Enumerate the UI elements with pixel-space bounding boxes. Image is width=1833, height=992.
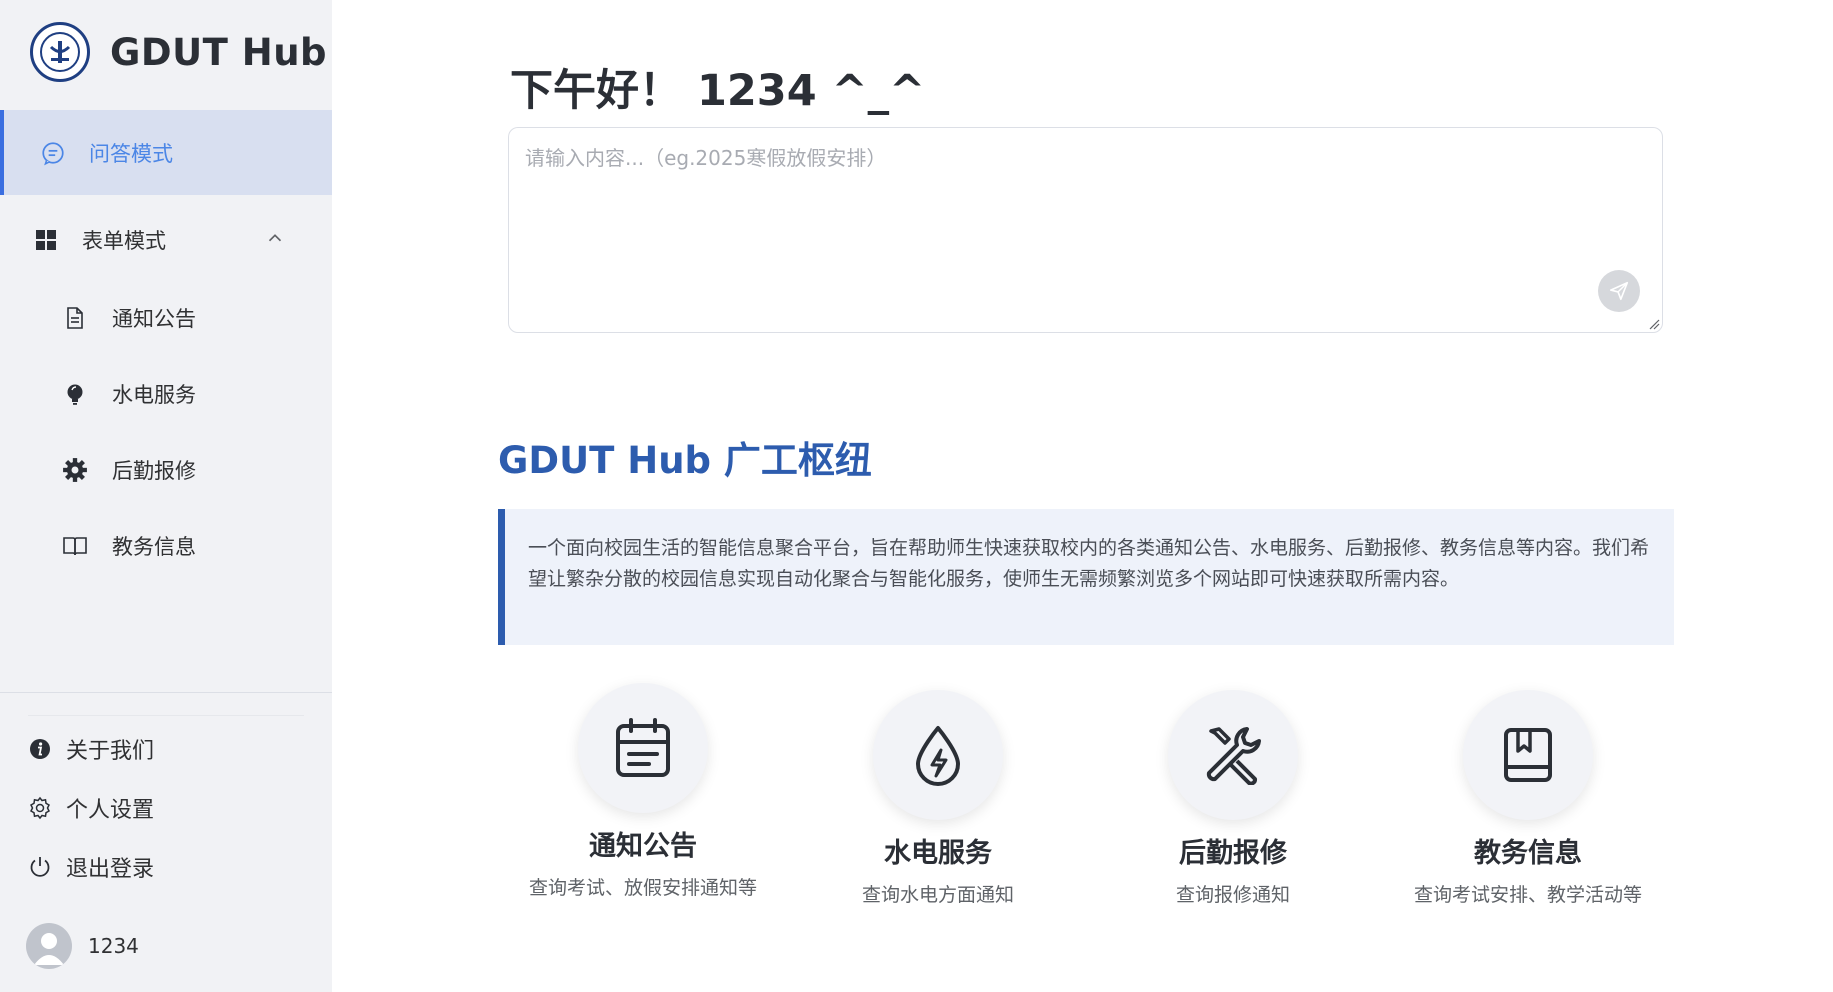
- sidebar-item-label: 通知公告: [112, 307, 196, 331]
- calendar-icon: [616, 718, 670, 777]
- sidebar-item-label: 水电服务: [112, 383, 196, 407]
- card-title: 后勤报修: [1179, 838, 1287, 869]
- sidebar-item-label: 后勤报修: [112, 459, 196, 483]
- question-input-box[interactable]: [508, 127, 1663, 333]
- nav-group-form-mode[interactable]: 表单模式: [0, 205, 332, 275]
- about-us-label: 关于我们: [66, 739, 155, 764]
- intro-panel: 一个面向校园生活的智能信息聚合平台，旨在帮助师生快速获取校内的各类通知公告、水电…: [498, 509, 1674, 645]
- card-icon-circle: [1463, 690, 1593, 820]
- logo-row: GDUT Hub: [30, 20, 327, 84]
- nav-group-label: 表单模式: [82, 229, 166, 253]
- feature-card-repairs[interactable]: 后勤报修 查询报修通知: [1093, 690, 1373, 907]
- card-icon-circle: [873, 690, 1003, 820]
- chevron-up-icon[interactable]: [264, 227, 286, 249]
- sidebar-item-label: 教务信息: [112, 535, 196, 559]
- chat-icon: [42, 141, 64, 165]
- hub-title: GDUT Hub 广工枢纽: [498, 439, 872, 482]
- intro-text: 一个面向校园生活的智能信息聚合平台，旨在帮助师生快速获取校内的各类通知公告、水电…: [528, 537, 1650, 590]
- personal-settings-link[interactable]: 个人设置: [0, 783, 332, 833]
- user-name: 1234: [88, 934, 139, 958]
- feature-card-notices[interactable]: 通知公告 查询考试、放假安排通知等: [503, 683, 783, 900]
- lightbulb-icon: [62, 381, 88, 407]
- card-desc: 查询报修通知: [1175, 884, 1290, 906]
- send-button[interactable]: [1598, 270, 1640, 312]
- card-title: 教务信息: [1474, 838, 1582, 869]
- card-title: 水电服务: [884, 838, 992, 869]
- card-desc: 查询考试安排、教学活动等: [1413, 884, 1642, 906]
- about-us-link[interactable]: 关于我们: [0, 724, 332, 774]
- nav-item-qa-mode[interactable]: 问答模式: [0, 110, 332, 195]
- question-input[interactable]: [509, 128, 1662, 332]
- nav-item-label: 问答模式: [89, 141, 173, 166]
- card-desc: 查询水电方面通知: [861, 884, 1014, 906]
- gear-icon: [62, 457, 88, 483]
- book-icon: [1504, 728, 1552, 782]
- sidebar-item-utilities[interactable]: 水电服务: [0, 364, 332, 424]
- personal-settings-label: 个人设置: [66, 798, 155, 823]
- logout-label: 退出登录: [66, 857, 155, 882]
- app-title: GDUT Hub: [110, 30, 328, 74]
- power-icon: [30, 857, 50, 877]
- tools-icon: [1206, 727, 1261, 785]
- card-desc: 查询考试、放假安排通知等: [528, 877, 757, 899]
- send-icon: [1609, 281, 1629, 301]
- logout-link[interactable]: 退出登录: [0, 842, 332, 892]
- divider: [0, 692, 332, 693]
- card-icon-circle: [578, 683, 708, 813]
- info-icon: [30, 739, 50, 759]
- settings-icon: [30, 796, 50, 820]
- grid-icon: [36, 230, 56, 250]
- greeting: 下午好！ 1234 ^_^: [510, 66, 926, 116]
- card-icon-circle: [1168, 690, 1298, 820]
- card-title: 通知公告: [589, 831, 697, 862]
- water-drop-icon: [916, 726, 960, 786]
- divider: [28, 715, 304, 716]
- resize-handle-icon[interactable]: [1648, 318, 1660, 330]
- sidebar-item-repairs[interactable]: 后勤报修: [0, 440, 332, 500]
- user-profile[interactable]: 1234: [26, 923, 139, 969]
- sidebar: GDUT Hub 问答模式 表单模式 通知公告 水电服务 后勤报修 教务信息 关…: [0, 0, 332, 992]
- feature-card-academic[interactable]: 教务信息 查询考试安排、教学活动等: [1388, 690, 1668, 907]
- feature-card-utilities[interactable]: 水电服务 查询水电方面通知: [798, 690, 1078, 907]
- avatar: [26, 923, 72, 969]
- sidebar-item-notices[interactable]: 通知公告: [0, 288, 332, 348]
- school-logo: [30, 22, 90, 82]
- book-icon: [62, 533, 88, 559]
- document-icon: [62, 305, 88, 331]
- sidebar-item-academic[interactable]: 教务信息: [0, 516, 332, 576]
